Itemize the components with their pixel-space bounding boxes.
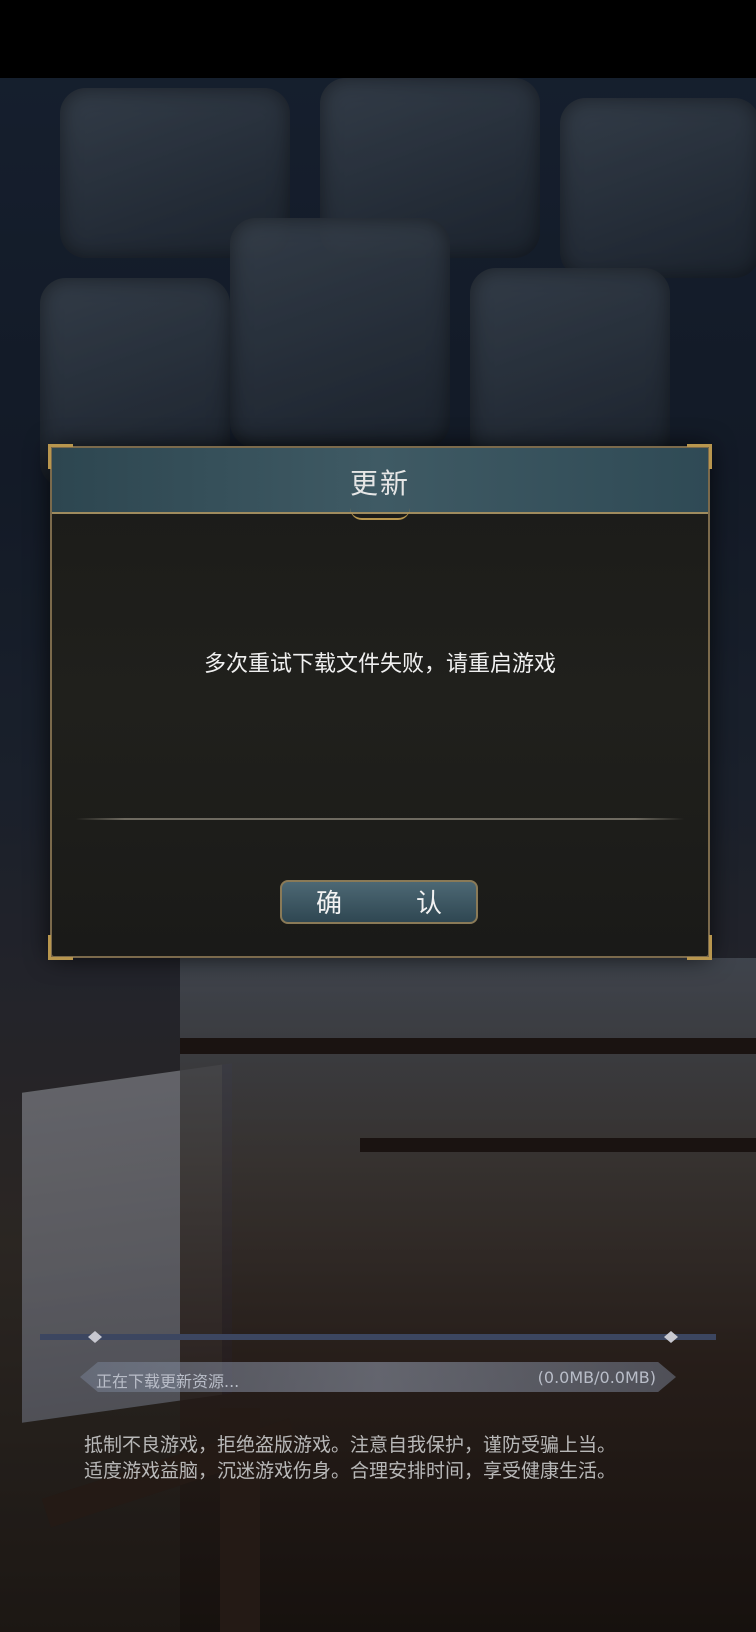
corner-ornament bbox=[687, 935, 712, 960]
corner-ornament bbox=[687, 444, 712, 469]
corner-ornament bbox=[48, 444, 73, 469]
corner-ornament bbox=[48, 935, 73, 960]
download-size-text: (0.0MB/0.0MB) bbox=[537, 1368, 656, 1387]
update-dialog: 更新 多次重试下载文件失败，请重启游戏 确 认 bbox=[48, 444, 712, 960]
header-ornament bbox=[350, 508, 410, 520]
health-notice-line-2: 适度游戏益脑，沉迷游戏伤身。合理安排时间，享受健康生活。 bbox=[84, 1460, 617, 1482]
dialog-title: 更新 bbox=[349, 467, 410, 500]
confirm-button[interactable]: 确 认 bbox=[280, 880, 478, 924]
download-status-text: 正在下载更新资源... bbox=[96, 1372, 240, 1391]
top-status-bar bbox=[0, 0, 756, 78]
download-progress-bar bbox=[40, 1334, 716, 1340]
health-notice-line-1: 抵制不良游戏，拒绝盗版游戏。注意自我保护，谨防受骗上当。 bbox=[84, 1434, 617, 1456]
dialog-divider bbox=[76, 818, 684, 820]
dialog-header: 更新 bbox=[52, 448, 708, 514]
dialog-message: 多次重试下载文件失败，请重启游戏 bbox=[203, 652, 556, 677]
